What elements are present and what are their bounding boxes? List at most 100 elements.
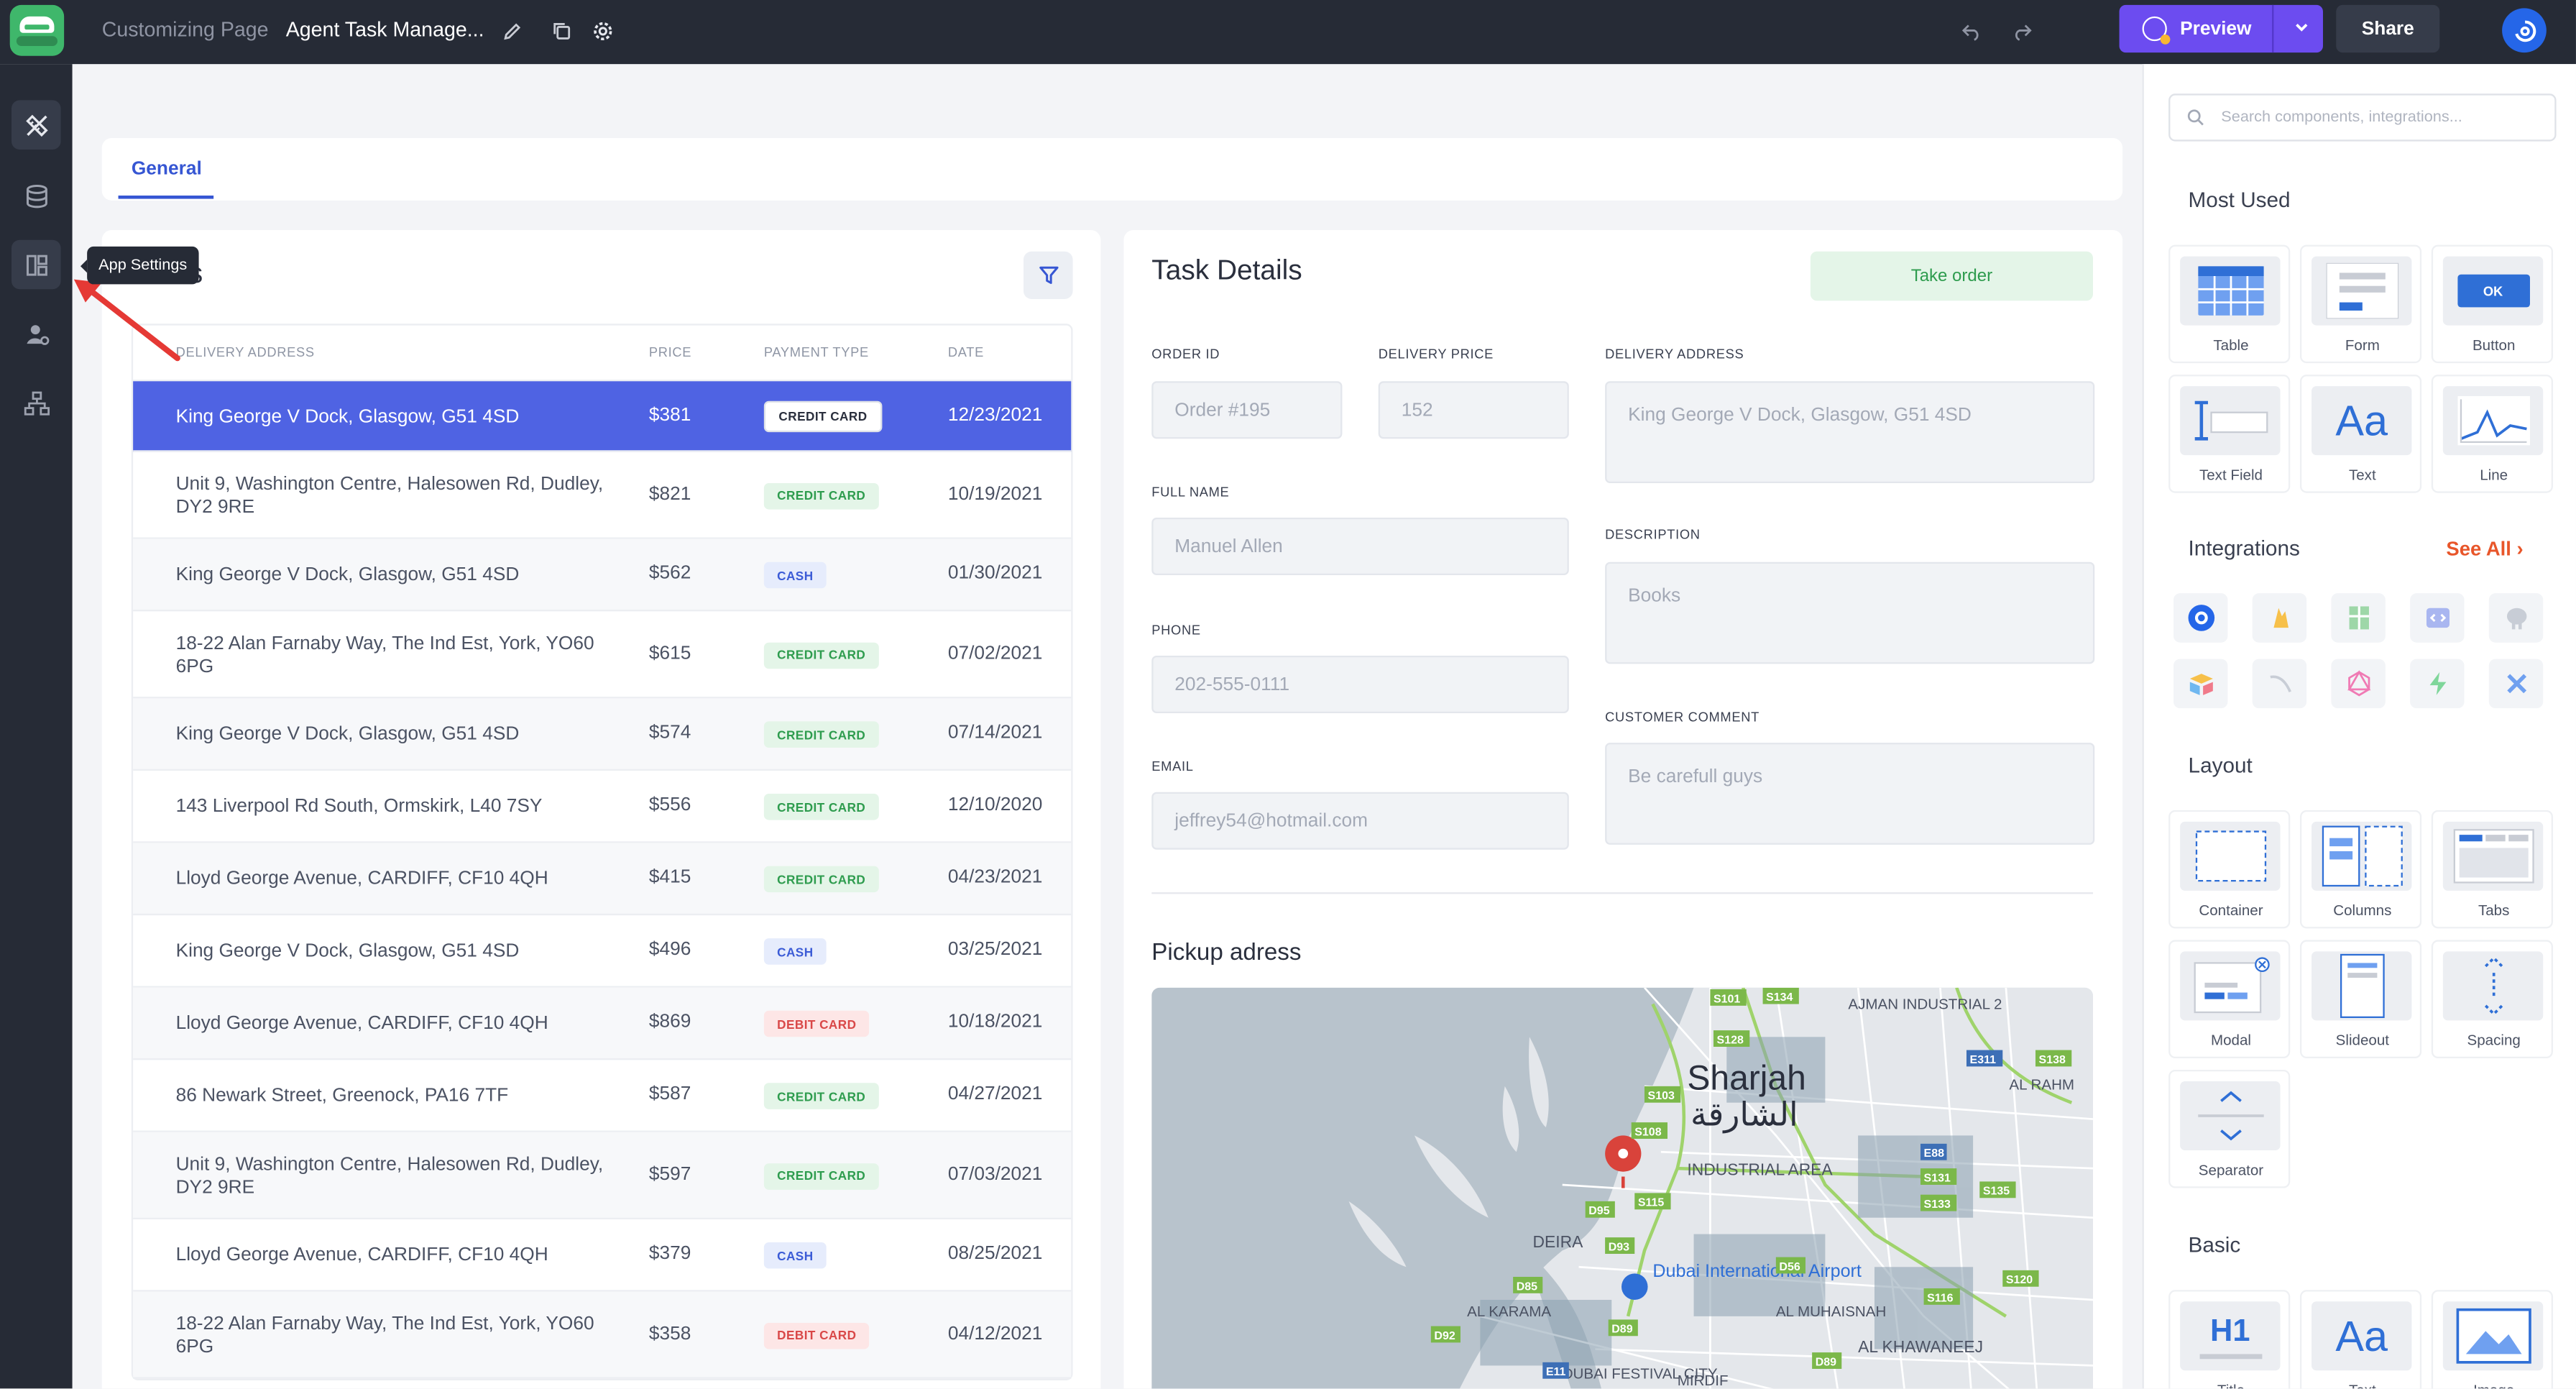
table-row[interactable]: 143 Liverpool Rd South, Ormskirk, L40 7S…	[133, 771, 1072, 843]
map-canvas[interactable]: Sharjah الشارقة AJMAN INDUSTRIAL 2 AL RA…	[1151, 987, 2093, 1389]
app-builder-page: Customizing Page Agent Task Manage... Pr…	[0, 0, 2576, 1389]
user-avatar[interactable]	[2502, 8, 2547, 53]
col-date[interactable]: DATE	[948, 345, 984, 360]
component-title[interactable]: H1 Title	[2168, 1290, 2291, 1389]
table-row[interactable]: Unit 9, Washington Centre, Halesowen Rd,…	[133, 452, 1072, 539]
table-row[interactable]: King George V Dock, Glasgow, G51 4SD $562…	[133, 538, 1072, 612]
component-basic-text[interactable]: Aa Text	[2299, 1290, 2422, 1389]
divider	[1151, 892, 2093, 894]
component-label: Text	[2348, 467, 2376, 483]
search-input[interactable]: Search components, integrations...	[2221, 109, 2462, 127]
road-label: S135	[1983, 1186, 2010, 1198]
component-form[interactable]: Form	[2299, 244, 2422, 364]
pickup-map[interactable]: Sharjah الشارقة AJMAN INDUSTRIAL 2 AL RA…	[1151, 987, 2093, 1389]
col-price[interactable]: PRICE	[649, 345, 691, 360]
rail-app-settings[interactable]	[11, 239, 61, 290]
table-row[interactable]: 18-22 Alan Farnaby Way, The Ind Est, Yor…	[133, 1291, 1072, 1379]
tasks-card: Tasks DELIVERY ADDRESS PRICE PAYMENT TYP…	[101, 229, 1101, 1389]
duplicate-icon[interactable]	[547, 17, 576, 46]
delivery-price-input[interactable]: 152	[1378, 381, 1569, 439]
description-input[interactable]: Books	[1605, 561, 2095, 664]
integration-graphql[interactable]	[2331, 659, 2386, 709]
cell-price: $821	[648, 484, 691, 504]
email-input[interactable]: jeffrey54@hotmail.com	[1151, 792, 1569, 850]
customer-comment-input[interactable]: Be carefull guys	[1605, 743, 2095, 845]
cell-date: 04/23/2021	[947, 867, 1043, 888]
table-row[interactable]: Unit 9, Washington Centre, Halesowen Rd,…	[133, 1132, 1072, 1219]
table-row[interactable]: King George V Dock, Glasgow, G51 4SD $496…	[133, 915, 1072, 988]
table-row[interactable]: Lloyd George Avenue, CARDIFF, CF10 4QH $4…	[133, 843, 1072, 916]
components-search[interactable]: Search components, integrations...	[2168, 93, 2557, 142]
table-row[interactable]: 18-22 Alan Farnaby Way, The Ind Est, Yor…	[133, 611, 1072, 699]
table-row[interactable]: King George V Dock, Glasgow, G51 4SD $574…	[133, 698, 1072, 771]
cell-date: 04/27/2021	[947, 1084, 1043, 1104]
filter-button[interactable]	[1023, 251, 1073, 299]
cell-address: 18-22 Alan Farnaby Way, The Ind Est, Yor…	[175, 1314, 594, 1357]
rail-users[interactable]	[12, 309, 61, 359]
col-delivery-address[interactable]: DELIVERY ADDRESS	[176, 345, 315, 360]
text-icon: Aa	[2335, 1310, 2388, 1360]
slideout-icon	[2339, 953, 2384, 1018]
map-label: AL RAHM	[2009, 1076, 2074, 1093]
component-separator[interactable]: Separator	[2168, 1069, 2291, 1188]
component-modal[interactable]: Modal	[2168, 940, 2291, 1058]
cell-date: 03/25/2021	[947, 940, 1043, 960]
component-text[interactable]: Aa Text	[2299, 375, 2422, 493]
component-tabs[interactable]: Tabs	[2431, 810, 2553, 929]
integration-airtable[interactable]	[2173, 659, 2228, 709]
integration-xano[interactable]	[2488, 659, 2544, 709]
component-slideout[interactable]: Slideout	[2299, 940, 2422, 1058]
phone-label: PHONE	[1151, 623, 1201, 638]
component-text-field[interactable]: Text Field	[2168, 375, 2291, 493]
component-line[interactable]: Line	[2431, 375, 2553, 493]
integration-supabase[interactable]	[2410, 659, 2465, 709]
rail-hierarchy[interactable]	[12, 378, 61, 428]
integration-firebase[interactable]	[2252, 593, 2307, 643]
redo-icon[interactable]	[2007, 17, 2037, 46]
integration-mysql[interactable]	[2252, 659, 2307, 709]
undo-icon[interactable]	[1956, 17, 1986, 46]
table-row[interactable]: 86 Newark Street, Greenock, PA16 7TF $587…	[133, 1060, 1072, 1132]
rail-database[interactable]	[12, 171, 61, 221]
table-row[interactable]: Lloyd George Avenue, CARDIFF, CF10 4QH $3…	[133, 1219, 1072, 1292]
table-row[interactable]: Lloyd George Avenue, CARDIFF, CF10 4QH $8…	[133, 987, 1072, 1060]
take-order-button[interactable]: Take order	[1810, 251, 2093, 301]
table-row[interactable]: King George V Dock, Glasgow, G51 4SD $381…	[133, 381, 1072, 452]
see-all-link[interactable]: See All ›	[2446, 537, 2523, 560]
cell-price: $556	[648, 795, 691, 815]
edit-icon[interactable]	[498, 17, 528, 46]
rail-design[interactable]	[11, 100, 61, 150]
road-label: E11	[1546, 1366, 1566, 1378]
api-icon	[2425, 608, 2449, 628]
app-title[interactable]: Agent Task Manage...	[286, 18, 484, 41]
integration-sheets[interactable]	[2331, 593, 2386, 643]
order-id-input[interactable]: Order #195	[1151, 381, 1343, 439]
preview-button[interactable]: Preview	[2119, 4, 2323, 53]
component-columns[interactable]: Columns	[2299, 810, 2422, 929]
app-logo[interactable]	[9, 4, 65, 56]
component-image[interactable]: Image	[2431, 1290, 2553, 1389]
component-container[interactable]: Container	[2168, 810, 2291, 929]
component-button[interactable]: OK Button	[2431, 244, 2553, 364]
map-city: Sharjah	[1687, 1059, 1806, 1097]
chevron-down-icon[interactable]	[2290, 15, 2313, 38]
gear-icon[interactable]	[588, 17, 617, 46]
breadcrumb[interactable]: Customizing Page	[102, 18, 269, 41]
component-spacing[interactable]: Spacing	[2431, 940, 2553, 1058]
full-name-input[interactable]: Manuel Allen	[1151, 517, 1569, 575]
phone-input[interactable]: 202-555-0111	[1151, 655, 1569, 713]
col-payment-type[interactable]: PAYMENT TYPE	[764, 345, 869, 360]
integration-brand[interactable]	[2173, 593, 2228, 643]
map-label: AJMAN INDUSTRIAL 2	[1848, 996, 2002, 1012]
tab-general[interactable]: General	[132, 160, 202, 179]
integration-postgres[interactable]	[2488, 593, 2544, 643]
tabs-bar: General	[101, 137, 2123, 201]
text-icon: Aa	[2335, 395, 2388, 445]
component-table[interactable]: Table	[2168, 244, 2291, 364]
cell-date: 08/25/2021	[947, 1244, 1043, 1264]
tab-underline	[118, 195, 214, 199]
email-label: EMAIL	[1151, 758, 1194, 774]
integration-api[interactable]	[2410, 593, 2465, 643]
delivery-address-input[interactable]: King George V Dock, Glasgow, G51 4SD	[1605, 381, 2095, 483]
share-button[interactable]: Share	[2336, 4, 2440, 53]
